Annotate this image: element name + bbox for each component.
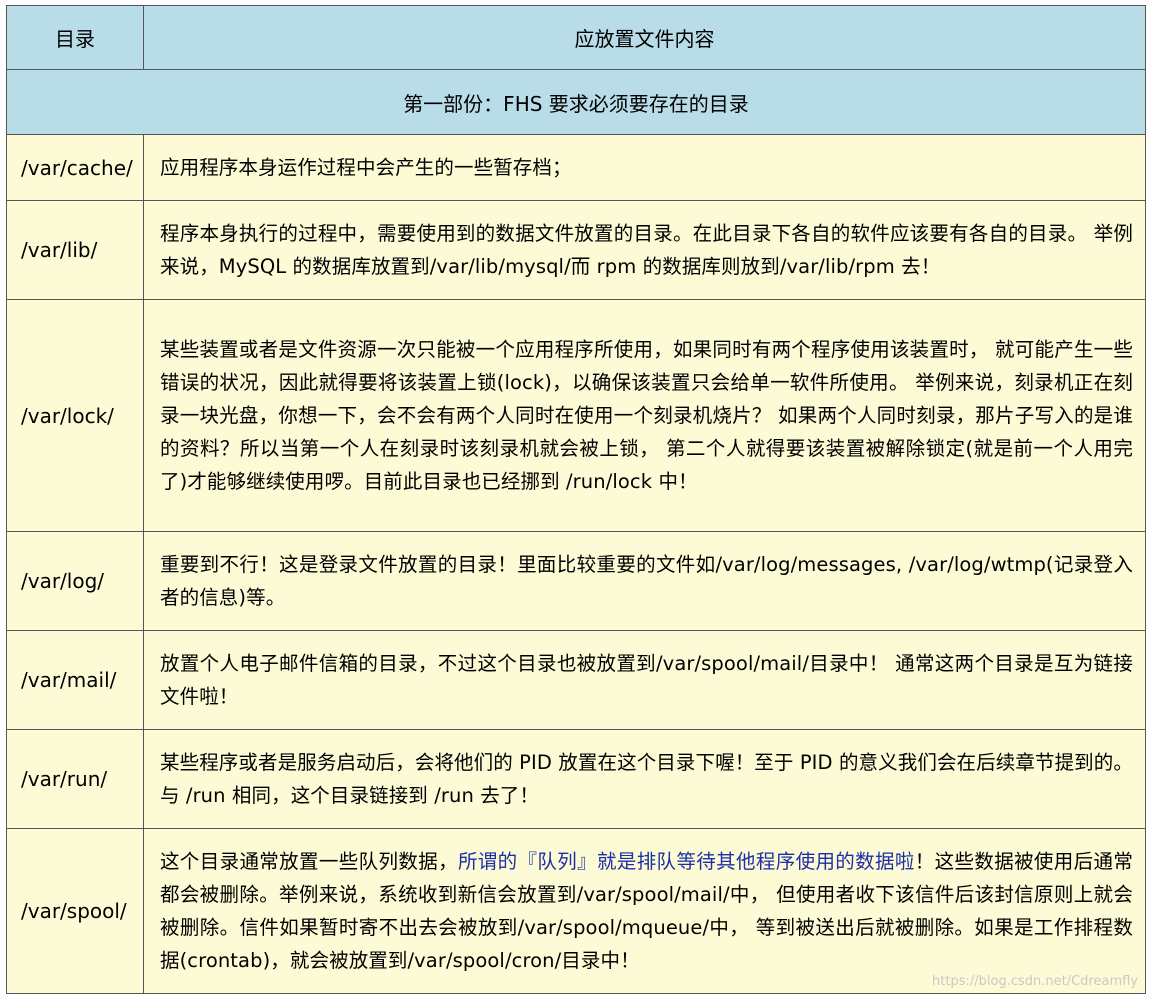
directory-cell: /var/log/ <box>6 531 144 631</box>
description-cell: 这个目录通常放置一些队列数据，所谓的『队列』就是排队等待其他程序使用的数据啦！这… <box>143 828 1146 994</box>
table-row: /var/cache/ 应用程序本身运作过程中会产生的一些暂存档； <box>6 134 1146 201</box>
table-row: /var/lock/ 某些装置或者是文件资源一次只能被一个应用程序所使用，如果同… <box>6 299 1146 532</box>
column-header-content: 应放置文件内容 <box>143 5 1146 70</box>
directory-cell: /var/lib/ <box>6 200 144 300</box>
table-row: /var/log/ 重要到不行！这是登录文件放置的目录！里面比较重要的文件如/v… <box>6 531 1146 631</box>
column-header-directory: 目录 <box>6 5 144 70</box>
directory-cell: /var/lock/ <box>6 299 144 532</box>
description-cell: 重要到不行！这是登录文件放置的目录！里面比较重要的文件如/var/log/mes… <box>143 531 1146 631</box>
section-header-row: 第一部份：FHS 要求必须要存在的目录 <box>6 69 1146 135</box>
table-row: /var/spool/ 这个目录通常放置一些队列数据，所谓的『队列』就是排队等待… <box>6 828 1146 994</box>
description-cell: 某些装置或者是文件资源一次只能被一个应用程序所使用，如果同时有两个程序使用该装置… <box>143 299 1146 532</box>
directory-cell: /var/cache/ <box>6 134 144 201</box>
section-title: 第一部份：FHS 要求必须要存在的目录 <box>6 69 1146 135</box>
fhs-var-directory-table: 目录 应放置文件内容 第一部份：FHS 要求必须要存在的目录 /var/cach… <box>6 5 1146 994</box>
table-row: /var/lib/ 程序本身执行的过程中，需要使用到的数据文件放置的目录。在此目… <box>6 200 1146 300</box>
directory-cell: /var/mail/ <box>6 630 144 730</box>
description-cell: 程序本身执行的过程中，需要使用到的数据文件放置的目录。在此目录下各自的软件应该要… <box>143 200 1146 300</box>
table-row: /var/run/ 某些程序或者是服务启动后，会将他们的 PID 放置在这个目录… <box>6 729 1146 829</box>
description-cell: 某些程序或者是服务启动后，会将他们的 PID 放置在这个目录下喔！至于 PID … <box>143 729 1146 829</box>
table-row: /var/mail/ 放置个人电子邮件信箱的目录，不过这个目录也被放置到/var… <box>6 630 1146 730</box>
description-cell: 放置个人电子邮件信箱的目录，不过这个目录也被放置到/var/spool/mail… <box>143 630 1146 730</box>
table-header-row: 目录 应放置文件内容 <box>6 5 1146 70</box>
directory-cell: /var/spool/ <box>6 828 144 994</box>
highlighted-text: 所谓的『队列』就是排队等待其他程序使用的数据啦 <box>457 850 915 873</box>
watermark: https://blog.csdn.net/Cdreamfly <box>932 974 1138 989</box>
directory-cell: /var/run/ <box>6 729 144 829</box>
description-text: 这个目录通常放置一些队列数据， <box>160 850 458 873</box>
description-cell: 应用程序本身运作过程中会产生的一些暂存档； <box>143 134 1146 201</box>
